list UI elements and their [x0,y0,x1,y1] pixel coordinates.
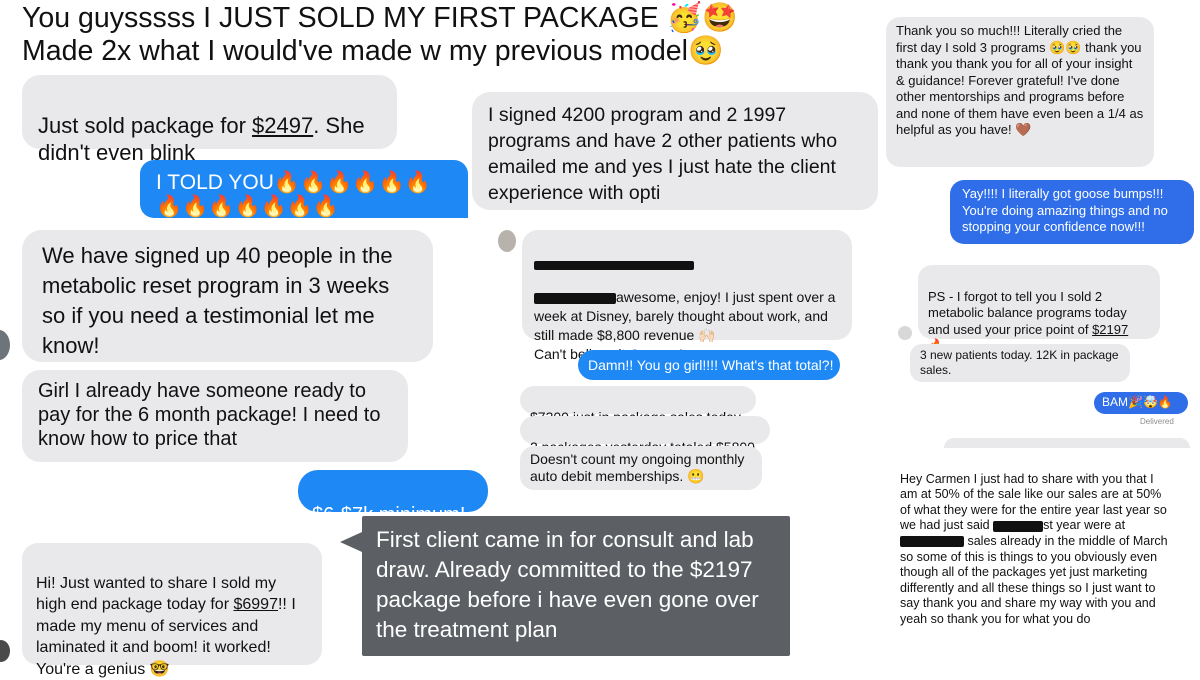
message-bubble-price-minimum: $6-$7k minimum! [298,470,488,526]
amount-2497: $2497 [252,113,314,138]
message-bubble-signed-40-people: We have signed up 40 people in the metab… [22,230,433,362]
message-bubble-go-girl: Damn!! You go girl!!!! What's that total… [578,350,840,380]
message-bubble-sold-6997: Hi! Just wanted to share I sold my high … [22,543,322,678]
bubble-tail [340,532,362,552]
message-bubble-memberships: Doesn't count my ongoing monthly auto de… [520,446,762,490]
redacted-amount-2 [900,536,964,548]
redacted-sender [534,255,840,270]
message-bubble-first-client: First client came in for consult and lab… [362,516,790,656]
amount-6997: $6997 [233,596,278,613]
avatar-ps [898,326,912,340]
avatar [0,330,10,360]
message-bubble-signed-4200: I signed 4200 program and 2 1997 program… [472,92,878,210]
headline-line-1: You guysssss I JUST SOLD MY FIRST PACKAG… [22,2,738,34]
message-bubble-bam: BAM🎉🤯🔥 [1094,392,1188,414]
message-bubble-disney: awesome, enjoy! I just spent over a week… [522,230,852,362]
message-bubble-7300: $7300 just in package sales today. [520,386,756,425]
message-bubble-sold-2497: Just sold package for $2497. She didn't … [22,75,397,165]
redacted-name [534,292,616,304]
message-bubble-3-new-patients: 3 new patients today. 12K in package sal… [910,344,1130,382]
delivered-status: Delivered [1140,417,1174,426]
headline-line-2: Made 2x what I would've made w my previo… [22,35,724,67]
avatar-small [0,640,10,662]
message-bubble-50-percent [944,438,1190,448]
message-hey-carmen: Hey Carmen I just had to share with you … [900,456,1170,642]
amount-6k: $6 [312,504,335,526]
headline: You guysssss I JUST SOLD MY FIRST PACKAG… [22,2,762,68]
message-bubble-goose-bumps: Yay!!!! I literally got goose bumps!!! Y… [950,180,1194,244]
avatar-disney [498,230,516,252]
message-bubble-thank-you: Thank you so much!!! Literally cried the… [886,17,1154,167]
message-bubble-told-you: I TOLD YOU🔥🔥🔥🔥🔥🔥 🔥🔥🔥🔥🔥🔥🔥 [140,160,468,218]
message-bubble-ps-2197: PS - I forgot to tell you I sold 2 metab… [918,265,1160,353]
amount-2197: $2197 [1092,321,1129,337]
redacted-amount-1 [993,520,1044,532]
message-bubble-6-month-package: Girl I already have someone ready to pay… [22,370,408,462]
message-bubble-5800: 2 packages yesterday totaled $5800 [520,416,770,455]
